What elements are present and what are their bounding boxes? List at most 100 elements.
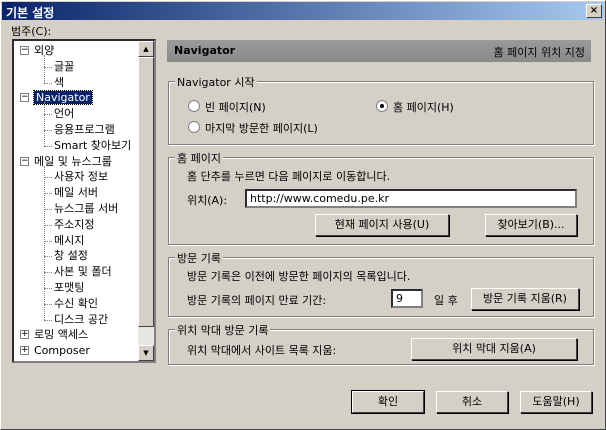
tree-item-label: 메일 서버 xyxy=(54,186,98,200)
tree-item-label: 사용자 정보 xyxy=(54,170,109,184)
window-title: 기본 설정 xyxy=(6,6,55,20)
browse-button[interactable]: 찾아보기(B)... xyxy=(485,214,577,236)
home-url-input[interactable]: http://www.comedu.pe.kr xyxy=(245,189,577,208)
radio-blank-page[interactable] xyxy=(188,100,200,112)
locationbar-description: 위치 막대에서 사이트 목록 지움: xyxy=(187,344,337,357)
tree-item[interactable]: 색 xyxy=(54,75,64,90)
title-bar: 기본 설정 × xyxy=(2,2,604,20)
tree-connector xyxy=(44,130,52,131)
tree-item[interactable]: 메일 및 뉴스그룹 xyxy=(34,154,112,169)
tree-item-label: Composer xyxy=(34,344,90,358)
tree-connector xyxy=(44,82,52,84)
tree-item[interactable]: 응용프로그램 xyxy=(54,122,115,137)
tree-item-label: Navigator xyxy=(33,90,93,106)
tree-item[interactable]: Navigator xyxy=(33,90,93,106)
tree-connector xyxy=(44,102,45,146)
tree-connector xyxy=(44,319,52,321)
close-button[interactable]: × xyxy=(586,4,602,18)
collapse-icon[interactable]: − xyxy=(20,156,29,166)
history-description: 방문 기록은 이전에 방문한 페이지의 목록입니다. xyxy=(187,270,411,283)
tree-item[interactable]: 로밍 액세스 xyxy=(34,327,88,342)
radio-blank-page-label[interactable]: 빈 페이지(N) xyxy=(205,99,266,115)
tree-item[interactable]: 글꼴 xyxy=(54,59,74,74)
radio-last-page-label[interactable]: 마지막 방문한 페이지(L) xyxy=(205,120,318,136)
tree-item[interactable]: 사본 및 폴더 xyxy=(54,264,112,279)
tree-item-label: 메일 및 뉴스그룹 xyxy=(34,154,112,168)
home-description: 홈 단추를 누르면 다음 페이지로 이동합니다. xyxy=(187,170,391,183)
tree-item-label: 디스크 공간 xyxy=(54,312,109,326)
tree-item-label: 수신 확인 xyxy=(54,296,98,310)
scroll-thumb[interactable] xyxy=(138,57,154,327)
tree-item[interactable]: 언어 xyxy=(54,106,74,121)
scroll-down-button[interactable]: ▼ xyxy=(138,345,154,361)
tree-item[interactable]: 포맷팅 xyxy=(54,280,84,295)
tree-connector xyxy=(44,55,45,83)
tree-item[interactable]: Smart 찾아보기 xyxy=(54,138,131,153)
radio-dot xyxy=(380,104,384,108)
tree-item-label: 응용프로그램 xyxy=(54,123,115,136)
tree-item[interactable]: 창 설정 xyxy=(54,248,88,263)
expand-icon[interactable]: + xyxy=(20,346,29,356)
help-button[interactable]: 도움말(H) xyxy=(520,391,592,413)
close-icon: × xyxy=(589,5,599,16)
start-group: Navigator 시작 빈 페이지(N) 홈 페이지(H) 마지막 방문한 페… xyxy=(168,74,594,145)
tree-item[interactable]: 뉴스그룹 서버 xyxy=(54,201,118,216)
tree-connector xyxy=(44,224,52,226)
tree-connector xyxy=(44,165,45,320)
ok-button[interactable]: 확인 xyxy=(351,390,425,414)
tree-connector xyxy=(44,209,52,210)
tree-connector xyxy=(44,114,52,116)
tree-item[interactable]: 주소지정 xyxy=(54,217,94,232)
preferences-dialog: 기본 설정 × 범주(C): − 외양 글꼴 색 − Navigator 언어 응용프로그램 S… xyxy=(0,0,606,430)
expire-label: 방문 기록의 페이지 만료 기간: xyxy=(187,294,327,307)
arrow-down-icon: ▼ xyxy=(143,349,149,357)
tree-item[interactable]: 수신 확인 xyxy=(54,296,98,311)
arrow-up-icon: ▲ xyxy=(143,45,149,53)
collapse-icon[interactable]: − xyxy=(20,93,29,103)
tree-connector xyxy=(44,145,52,147)
days-label: 일 후 xyxy=(434,294,458,307)
expand-icon[interactable]: + xyxy=(20,330,29,340)
locationbar-group-legend: 위치 막대 방문 기록 xyxy=(175,322,271,338)
tree-connector xyxy=(44,272,52,274)
tree-scrollbar[interactable]: ▲ ▼ xyxy=(138,41,154,361)
tree-connector xyxy=(44,177,52,179)
tree-connector xyxy=(44,288,52,289)
tree-item-label: 색 xyxy=(54,75,65,89)
radio-last-page[interactable] xyxy=(188,121,200,133)
home-page-group: 홈 페이지 홈 단추를 누르면 다음 페이지로 이동합니다. 위치(A): ht… xyxy=(168,150,594,245)
tree-item[interactable]: 디스크 공간 xyxy=(54,312,108,327)
tree-item[interactable]: Composer xyxy=(34,343,90,358)
category-tree[interactable]: − 외양 글꼴 색 − Navigator 언어 응용프로그램 Smart 찾아보기 − 메일 및 … xyxy=(12,39,156,363)
panel-title: Navigator xyxy=(174,44,236,57)
tree-item[interactable]: 메시지 xyxy=(54,233,84,248)
radio-home-page-label[interactable]: 홈 페이지(H) xyxy=(393,99,454,115)
locationbar-group: 위치 막대 방문 기록 위치 막대에서 사이트 목록 지움: 위치 막대 지움(… xyxy=(168,322,594,365)
location-label: 위치(A): xyxy=(187,194,228,207)
collapse-icon[interactable]: − xyxy=(20,46,29,55)
category-label: 범주(C): xyxy=(11,25,52,38)
use-current-page-button[interactable]: 현재 페이지 사용(U) xyxy=(315,214,449,236)
tree-item-label: 글꼴 xyxy=(54,59,75,73)
tree-item[interactable]: 사용자 정보 xyxy=(54,169,108,184)
start-group-legend: Navigator 시작 xyxy=(175,74,257,90)
tree-item-label: 주소지정 xyxy=(54,217,95,231)
tree-item-label: 로밍 액세스 xyxy=(34,328,89,342)
expire-days-input[interactable]: 9 xyxy=(391,289,423,308)
tree-item-label: 메시지 xyxy=(54,233,85,247)
cancel-button[interactable]: 취소 xyxy=(436,391,508,413)
tree-connector xyxy=(44,303,52,305)
panel-subtitle: 홈 페이지 위치 지정 xyxy=(493,46,585,59)
clear-locationbar-button[interactable]: 위치 막대 지움(A) xyxy=(411,338,577,360)
tree-item-label: 사본 및 폴더 xyxy=(54,265,112,279)
home-group-legend: 홈 페이지 xyxy=(175,150,223,166)
panel-header: Navigator 홈 페이지 위치 지정 xyxy=(167,40,591,62)
clear-history-button[interactable]: 방문 기록 지움(R) xyxy=(471,288,579,310)
tree-item[interactable]: 메일 서버 xyxy=(54,185,98,200)
radio-home-page[interactable] xyxy=(376,100,388,112)
tree-item-label: 창 설정 xyxy=(54,249,88,263)
history-group-legend: 방문 기록 xyxy=(175,250,223,266)
scroll-up-button[interactable]: ▲ xyxy=(138,41,154,57)
tree-item-label: Smart 찾아보기 xyxy=(54,138,132,152)
tree-item-label: 언어 xyxy=(54,107,75,121)
